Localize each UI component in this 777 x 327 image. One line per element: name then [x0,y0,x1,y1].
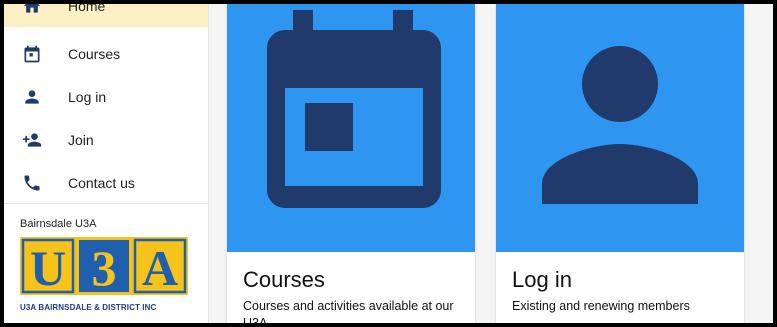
sidebar-item-courses[interactable]: Courses [4,32,208,75]
sidebar-item-contact-us[interactable]: Contact us [4,161,208,204]
sidebar-item-label: Courses [68,45,121,62]
sidebar-item-label: Contact us [68,174,135,191]
courses-card[interactable]: Courses Courses and activities available… [227,4,475,323]
card-description: Existing and renewing members [512,299,690,313]
card-title: Courses [243,267,325,292]
org-name: Bairnsdale U3A [20,218,97,230]
person-icon [542,46,698,204]
calendar-icon [24,45,40,62]
logo-letter-u: U [30,240,66,295]
sidebar-divider [4,203,208,204]
card-description: Courses and activities available at our … [243,299,454,323]
sidebar-item-label: Log in [68,88,107,105]
sidebar-item-label: Join [68,131,94,148]
sidebar-item-label: Home [68,4,106,14]
home-icon [23,4,41,13]
sidebar-item-join[interactable]: Join [4,118,208,161]
sidebar-item-log-in[interactable]: Log in [4,75,208,118]
logo-caption: U3A BAIRNSDALE & DISTRICT INC [20,303,157,312]
card-image [227,4,475,252]
page: Home Courses Log in Join Contact us Bair… [4,4,773,323]
u3a-logo[interactable]: U 3 A [20,237,188,295]
card-image [496,4,744,252]
person-icon [25,89,39,104]
sidebar-item-home[interactable]: Home [4,4,208,27]
sidebar: Home Courses Log in Join Contact us Bair… [4,4,209,323]
log-in-card[interactable]: Log in Existing and renewing members [496,4,744,323]
calendar-icon [267,10,441,208]
logo-letter-3: 3 [92,240,117,295]
card-title: Log in [512,267,572,292]
phone-icon [24,175,40,190]
logo-letter-a: A [142,240,178,295]
person-add-icon [22,132,42,147]
